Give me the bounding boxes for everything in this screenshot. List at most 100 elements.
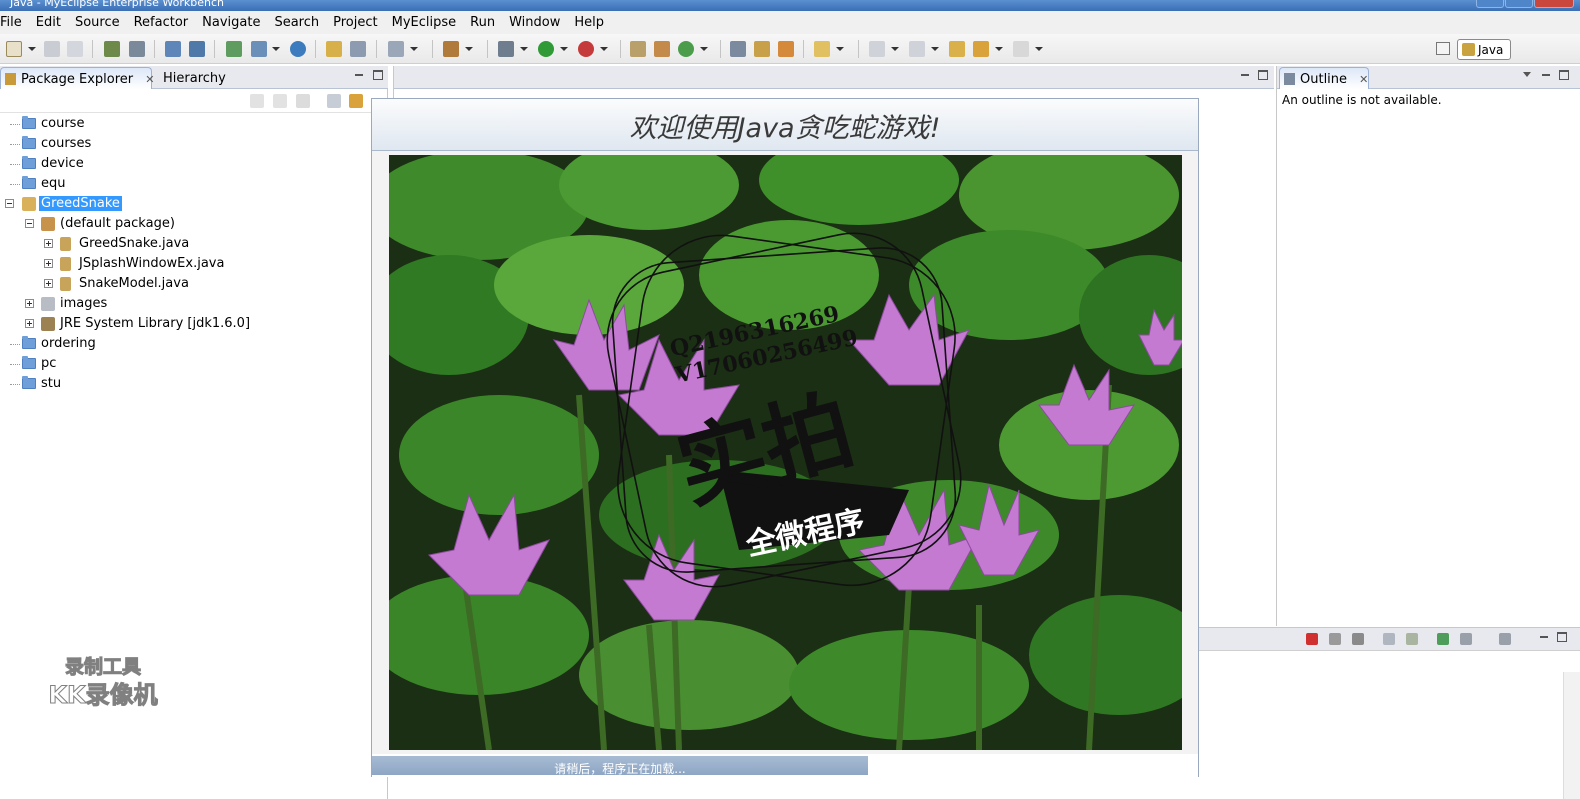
- open-folder-icon[interactable]: [326, 41, 342, 57]
- java-perspective-button[interactable]: Java: [1457, 39, 1511, 60]
- new-package-icon[interactable]: [654, 41, 670, 57]
- tree-item-snakemodel-java[interactable]: SnakeModel.java: [0, 274, 388, 294]
- console-scrollbar[interactable]: [1563, 672, 1580, 799]
- new-class-dropdown-icon[interactable]: [700, 47, 708, 51]
- new-dropdown-icon[interactable]: [28, 47, 36, 51]
- menu-edit[interactable]: Edit: [29, 15, 68, 30]
- working-set-dropdown-icon[interactable]: [836, 47, 844, 51]
- forward-dropdown-icon[interactable]: [1035, 47, 1043, 51]
- tree-item-equ[interactable]: equ: [0, 174, 388, 194]
- terminate-icon[interactable]: [1306, 633, 1318, 645]
- web-project-dropdown-icon[interactable]: [465, 47, 473, 51]
- save-all-icon[interactable]: [67, 41, 83, 57]
- link-with-editor-icon[interactable]: [349, 94, 363, 108]
- open-console-icon[interactable]: [1499, 633, 1511, 645]
- new-java-project-icon[interactable]: [630, 41, 646, 57]
- collapse-toggle-icon[interactable]: [5, 199, 14, 208]
- debug-icon[interactable]: [498, 41, 514, 57]
- view-menu-icon[interactable]: [1523, 72, 1531, 80]
- previous-annotation-dropdown-icon[interactable]: [931, 47, 939, 51]
- pin-console-icon[interactable]: [1437, 633, 1449, 645]
- new-class-icon[interactable]: [678, 41, 694, 57]
- menu-refactor[interactable]: Refactor: [127, 15, 196, 30]
- menu-navigate[interactable]: Navigate: [195, 15, 267, 30]
- tree-item-ordering[interactable]: ordering: [0, 334, 388, 354]
- monitor-icon[interactable]: [388, 41, 404, 57]
- maximize-editor-icon[interactable]: [1258, 70, 1268, 80]
- forward-icon[interactable]: [273, 94, 287, 108]
- menu-help[interactable]: Help: [567, 15, 611, 30]
- maximize-view-icon[interactable]: [373, 70, 383, 80]
- tree-item-stu[interactable]: stu: [0, 374, 388, 394]
- run-dropdown-icon[interactable]: [560, 47, 568, 51]
- maximize-button[interactable]: [1505, 0, 1533, 8]
- servers-dropdown-icon[interactable]: [272, 47, 280, 51]
- back-dropdown-icon[interactable]: [995, 47, 1003, 51]
- collapse-toggle-icon[interactable]: [25, 219, 34, 228]
- search-icon[interactable]: [778, 41, 794, 57]
- menu-project[interactable]: Project: [326, 15, 384, 30]
- next-annotation-dropdown-icon[interactable]: [891, 47, 899, 51]
- minimize-view-icon[interactable]: [354, 70, 364, 80]
- clear-console-icon[interactable]: [1406, 633, 1418, 645]
- save-icon[interactable]: [44, 41, 60, 57]
- monitor-dropdown-icon[interactable]: [410, 47, 418, 51]
- expand-toggle-icon[interactable]: [44, 239, 53, 248]
- collapse-all-icon[interactable]: [327, 94, 341, 108]
- open-type-icon[interactable]: [730, 41, 746, 57]
- browser-icon[interactable]: [189, 41, 205, 57]
- previous-annotation-icon[interactable]: [909, 41, 925, 57]
- minimize-editor-icon[interactable]: [1240, 70, 1250, 80]
- build-icon[interactable]: [104, 41, 120, 57]
- minimize-view-icon[interactable]: [1541, 70, 1551, 80]
- tab-package-explorer[interactable]: Package Explorer ✕: [0, 67, 155, 89]
- external-tools-dropdown-icon[interactable]: [600, 47, 608, 51]
- menu-search[interactable]: Search: [267, 15, 326, 30]
- tree-item-greedsnake[interactable]: GreedSnake: [0, 194, 388, 214]
- forward-icon[interactable]: [1013, 41, 1029, 57]
- expand-toggle-icon[interactable]: [25, 299, 34, 308]
- web-project-icon[interactable]: [443, 41, 459, 57]
- next-annotation-icon[interactable]: [869, 41, 885, 57]
- open-task-icon[interactable]: [754, 41, 770, 57]
- expand-toggle-icon[interactable]: [44, 279, 53, 288]
- working-set-icon[interactable]: [814, 41, 830, 57]
- display-console-icon[interactable]: [1460, 633, 1472, 645]
- debug-dropdown-icon[interactable]: [520, 47, 528, 51]
- up-icon[interactable]: [296, 94, 310, 108]
- external-tools-icon[interactable]: [578, 41, 594, 57]
- back-icon[interactable]: [250, 94, 264, 108]
- open-perspective-icon[interactable]: [1436, 42, 1450, 55]
- maximize-view-icon[interactable]: [1559, 70, 1569, 80]
- tree-item-images[interactable]: images: [0, 294, 388, 314]
- last-edit-location-icon[interactable]: [949, 41, 965, 57]
- tree-item-greedsnake-java[interactable]: GreedSnake.java: [0, 234, 388, 254]
- minimize-button[interactable]: [1476, 0, 1504, 8]
- tree-item-default-package[interactable]: (default package): [0, 214, 388, 234]
- maximize-view-icon[interactable]: [1557, 632, 1567, 642]
- tree-item-jre-system-library[interactable]: JRE System Library [jdk1.6.0]: [0, 314, 388, 334]
- tree-item-course[interactable]: course: [0, 114, 388, 134]
- minimize-view-icon[interactable]: [1539, 632, 1549, 642]
- new-icon[interactable]: [6, 41, 22, 57]
- back-icon[interactable]: [973, 41, 989, 57]
- remove-launch-icon[interactable]: [1329, 633, 1341, 645]
- tree-item-device[interactable]: device: [0, 154, 388, 174]
- deploy-project-icon[interactable]: [226, 41, 242, 57]
- globe-icon[interactable]: [290, 41, 306, 57]
- expand-toggle-icon[interactable]: [25, 319, 34, 328]
- tree-item-pc[interactable]: pc: [0, 354, 388, 374]
- expand-toggle-icon[interactable]: [44, 259, 53, 268]
- tab-hierarchy[interactable]: Hierarchy: [150, 67, 232, 89]
- close-tab-icon[interactable]: ✕: [1359, 73, 1368, 86]
- close-window-button[interactable]: [1534, 0, 1574, 8]
- scroll-lock-icon[interactable]: [1383, 633, 1395, 645]
- remove-all-icon[interactable]: [1352, 633, 1364, 645]
- menu-file[interactable]: File: [0, 15, 29, 30]
- menu-myeclipse[interactable]: MyEclipse: [385, 15, 464, 30]
- run-icon[interactable]: [538, 41, 554, 57]
- menu-window[interactable]: Window: [502, 15, 567, 30]
- tree-item-courses[interactable]: courses: [0, 134, 388, 154]
- tab-outline[interactable]: Outline ✕: [1279, 67, 1369, 89]
- tree-item-jsplashwindowex-java[interactable]: JSplashWindowEx.java: [0, 254, 388, 274]
